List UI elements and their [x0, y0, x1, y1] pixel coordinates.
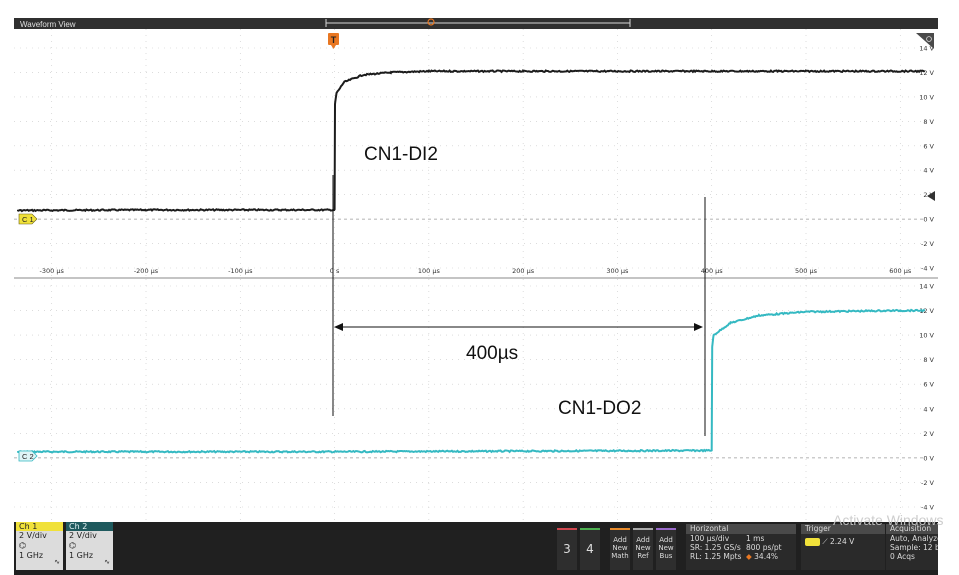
x-tick-label: 500 µs [795, 267, 818, 275]
acquisition-panel[interactable]: Acquisition Auto, Analyze Sample: 12 bit… [886, 524, 938, 570]
ch2-vdiv: 2 V/div [69, 531, 97, 540]
x-tick-label: 400 µs [701, 267, 724, 275]
control-bar: Ch 1 2 V/div ⌬ 1 GHz ∿ Ch 2 2 V/div ⌬ 1 … [14, 522, 938, 575]
horizontal-panel[interactable]: Horizontal 100 µs/div 1 ms SR: 1.25 GS/s 8… [686, 524, 796, 570]
y-tick-label: 6 V [923, 142, 934, 150]
activation-watermark: Activate Windows [833, 512, 944, 528]
x-tick-label: -300 µs [40, 267, 65, 275]
add-math-button[interactable]: Add New Math [610, 528, 630, 570]
acquisition-mode: Auto, Analyze [890, 534, 938, 543]
y-tick-label: 14 V [919, 283, 934, 291]
add-ref-button[interactable]: Add New Ref [633, 528, 653, 570]
horizontal-scale: 100 µs/div [690, 534, 730, 543]
y-tick-label: 2 V [923, 430, 934, 438]
label-ch1-signal: CN1-DI2 [364, 144, 438, 165]
sample-rate: SR: 1.25 GS/s [690, 543, 741, 552]
acquisition-count: 0 Acqs [890, 552, 915, 561]
ch1-label: Ch 1 [16, 522, 63, 531]
ch2-probe-icon: ⌬ [69, 541, 76, 550]
window-title: Waveform View [20, 20, 76, 29]
y-tick-label: 6 V [923, 381, 934, 389]
x-tick-label: 300 µs [606, 267, 629, 275]
y-tick-label: -2 V [921, 240, 935, 248]
y-tick-label: 4 V [923, 405, 934, 413]
svg-text:C 1: C 1 [22, 215, 34, 224]
trigger-position-icon: ◆ [746, 552, 755, 561]
horizontal-title: Horizontal [686, 524, 796, 534]
ch2-coupling-icon: ∿ [104, 558, 110, 566]
trigger-source-badge [805, 538, 820, 546]
x-tick-label: 200 µs [512, 267, 535, 275]
svg-text:T: T [331, 35, 337, 45]
ch4-button[interactable]: 4 [580, 528, 600, 570]
y-tick-label: 0 V [923, 216, 934, 224]
svg-text:C 2: C 2 [22, 452, 34, 461]
ch1-coupling-icon: ∿ [54, 558, 60, 566]
ch2-settings-box[interactable]: Ch 2 2 V/div ⌬ 1 GHz ∿ [66, 522, 113, 570]
y-tick-label: -4 V [921, 265, 935, 273]
y-tick-label: -4 V [921, 504, 935, 512]
ch1-settings-box[interactable]: Ch 1 2 V/div ⌬ 1 GHz ∿ [16, 522, 63, 570]
rising-edge-icon: ⟋ [822, 537, 828, 546]
trigger-level: 2.24 V [830, 537, 855, 546]
y-tick-label: 10 V [919, 93, 934, 101]
x-tick-label: -200 µs [134, 267, 159, 275]
x-tick-label: 600 µs [889, 267, 912, 275]
ch1-probe-icon: ⌬ [19, 541, 26, 550]
x-tick-label: -100 µs [228, 267, 253, 275]
y-tick-label: 0 V [923, 454, 934, 462]
ch3-button[interactable]: 3 [557, 528, 577, 570]
resolution: 800 ps/pt [746, 543, 782, 552]
y-tick-label: -2 V [921, 479, 935, 487]
y-tick-label: 8 V [923, 356, 934, 364]
y-tick-label: 8 V [923, 118, 934, 126]
acquisition-sample: Sample: 12 bits [890, 543, 938, 552]
horizontal-duration: 1 ms [746, 534, 765, 543]
record-length: RL: 1.25 Mpts [690, 552, 742, 561]
x-tick-label: 0 s [330, 267, 340, 275]
y-tick-label: 4 V [923, 167, 934, 175]
y-tick-label: 10 V [919, 332, 934, 340]
ch1-vdiv: 2 V/div [19, 531, 47, 540]
label-interval: 400µs [466, 343, 518, 364]
trigger-panel[interactable]: Trigger ⟋ 2.24 V [801, 524, 885, 570]
add-bus-button[interactable]: Add New Bus [656, 528, 676, 570]
label-ch2-signal: CN1-DO2 [558, 398, 641, 419]
trigger-position: 34.4% [754, 552, 778, 561]
x-tick-label: 100 µs [418, 267, 441, 275]
ch2-label: Ch 2 [66, 522, 113, 531]
waveform-view: Waveform View -300 µs -200 µs -100 µs 0 s 10… [14, 18, 938, 522]
